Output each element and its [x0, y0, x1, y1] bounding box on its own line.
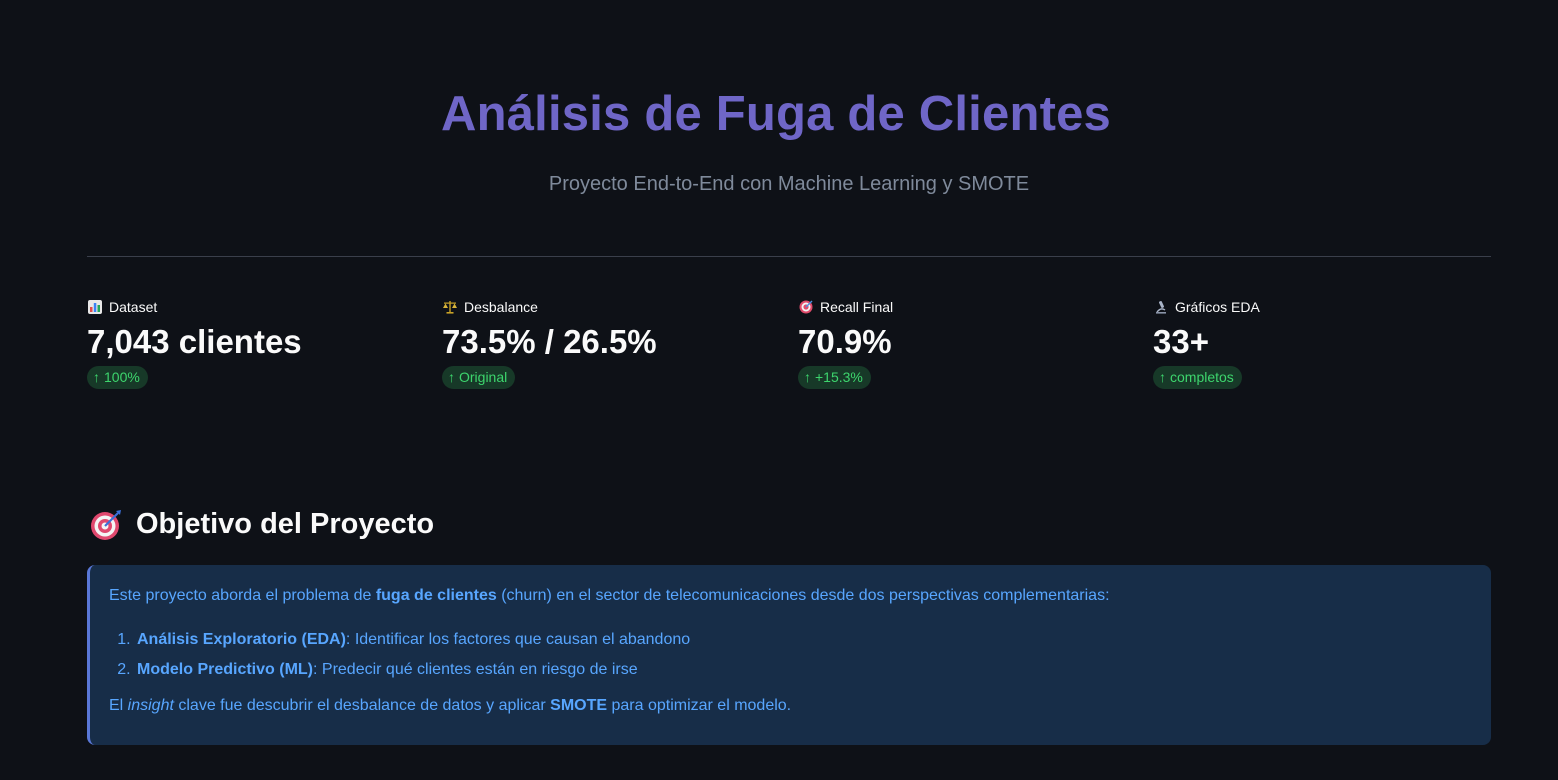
microscope-icon [1153, 299, 1169, 315]
metric-label: Recall Final [798, 296, 1138, 318]
metric-label-text: Recall Final [820, 299, 894, 315]
divider [87, 256, 1491, 257]
arrow-up-icon: ↑ [93, 369, 100, 385]
metric-value: 7,043 clientes [87, 323, 302, 360]
closing-text: para optimizar el modelo. [607, 697, 792, 714]
closing-text: El [109, 697, 128, 714]
metric-delta-text: completos [1170, 369, 1234, 385]
list-item-bold: Análisis Exploratorio (EDA) [137, 631, 346, 648]
list-item-text: : Predecir qué clientes están en riesgo … [313, 661, 638, 678]
objective-list: Análisis Exploratorio (EDA): Identificar… [109, 629, 1471, 681]
metric-imbalance: Desbalance 73.5% / 26.5% ↑ Original [442, 296, 782, 389]
page: Análisis de Fuga de Clientes Proyecto En… [0, 0, 1558, 780]
list-item: Análisis Exploratorio (EDA): Identificar… [135, 629, 1471, 651]
metric-recall: Recall Final 70.9% ↑ +15.3% [798, 296, 1138, 389]
list-item-text: : Identificar los factores que causan el… [345, 631, 691, 648]
metric-delta: ↑ +15.3% [798, 366, 871, 389]
metric-delta: ↑ completos [1153, 366, 1242, 389]
closing-italic: insight [127, 697, 174, 714]
list-item-bold: Modelo Predictivo (ML) [137, 661, 313, 678]
list-item: Modelo Predictivo (ML): Predecir qué cli… [135, 659, 1471, 681]
metric-value: 33+ [1153, 323, 1209, 360]
metrics-row: Dataset 7,043 clientes ↑ 100% Desbalance… [87, 296, 1507, 406]
intro-text: Este proyecto aborda el problema de [109, 587, 376, 604]
closing-bold: SMOTE [550, 697, 608, 714]
metric-label-text: Dataset [109, 299, 158, 315]
metric-label-text: Desbalance [464, 299, 538, 315]
metric-delta-text: +15.3% [815, 369, 863, 385]
metric-label-text: Gráficos EDA [1175, 299, 1260, 315]
metric-delta: ↑ 100% [87, 366, 148, 389]
metric-label: Desbalance [442, 296, 782, 318]
objective-intro: Este proyecto aborda el problema de fuga… [109, 585, 1471, 607]
target-icon [90, 509, 122, 541]
page-subtitle: Proyecto End-to-End con Machine Learning… [548, 173, 1030, 195]
metric-value: 70.9% [798, 323, 892, 360]
balance-scale-icon [442, 299, 458, 315]
section-title-objective: Objetivo del Proyecto [90, 508, 434, 541]
page-title: Análisis de Fuga de Clientes [441, 87, 1111, 141]
metric-delta: ↑ Original [442, 366, 516, 389]
closing-text: clave fue descubrir el desbalance de dat… [173, 697, 551, 714]
section-title-text: Objetivo del Proyecto [136, 508, 435, 540]
metric-label: Dataset [87, 296, 427, 318]
intro-bold: fuga de clientes [375, 587, 497, 604]
arrow-up-icon: ↑ [1159, 369, 1166, 385]
metric-delta-text: 100% [104, 369, 140, 385]
intro-text: (churn) en el sector de telecomunicacion… [496, 587, 1110, 604]
metric-dataset: Dataset 7,043 clientes ↑ 100% [87, 296, 427, 389]
metric-value: 73.5% / 26.5% [442, 323, 657, 360]
objective-closing: El insight clave fue descubrir el desbal… [109, 695, 1471, 717]
arrow-up-icon: ↑ [448, 369, 455, 385]
objective-info-box: Este proyecto aborda el problema de fuga… [87, 565, 1491, 745]
arrow-up-icon: ↑ [804, 369, 811, 385]
target-icon [798, 299, 814, 315]
bar-chart-icon [87, 299, 103, 315]
metric-label: Gráficos EDA [1153, 296, 1493, 318]
metric-delta-text: Original [459, 369, 508, 385]
metric-eda-charts: Gráficos EDA 33+ ↑ completos [1153, 296, 1493, 389]
